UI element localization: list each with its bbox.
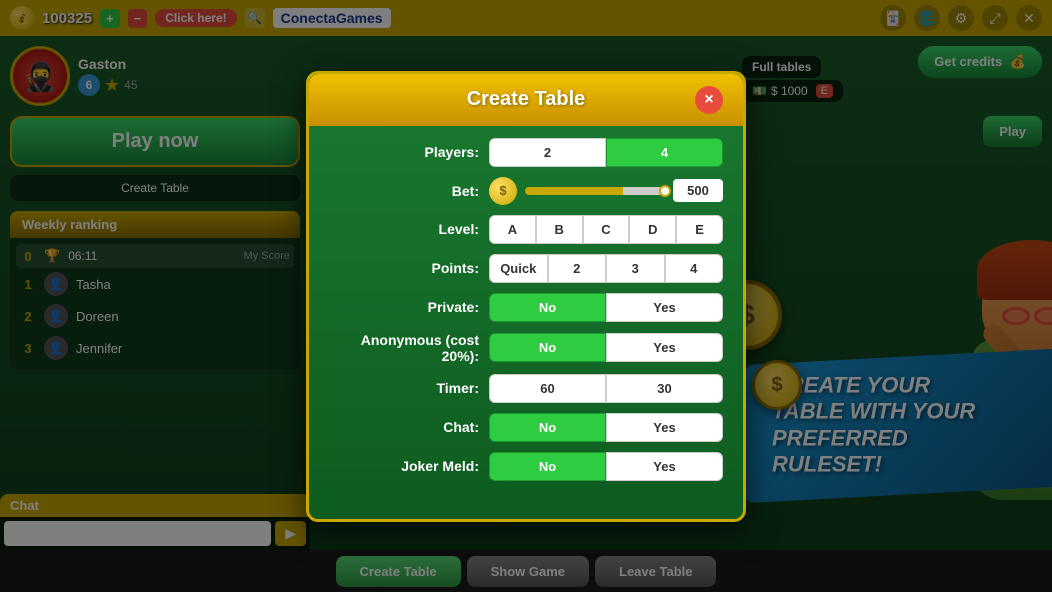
modal-close-button[interactable]: × bbox=[695, 86, 723, 114]
create-table-modal: Create Table × Players: 2 4 Bet: $ bbox=[306, 71, 746, 522]
players-2-button[interactable]: 2 bbox=[489, 138, 606, 167]
chat-control: No Yes bbox=[489, 413, 723, 442]
points-control: Quick 2 3 4 bbox=[489, 254, 723, 283]
timer-label: Timer: bbox=[329, 380, 479, 396]
chat-label: Chat: bbox=[329, 419, 479, 435]
private-no-button[interactable]: No bbox=[489, 293, 606, 322]
level-d-button[interactable]: D bbox=[629, 215, 676, 244]
chat-row: Chat: No Yes bbox=[329, 413, 723, 442]
chat-yes-button[interactable]: Yes bbox=[606, 413, 723, 442]
timer-60-button[interactable]: 60 bbox=[489, 374, 606, 403]
joker-meld-yes-button[interactable]: Yes bbox=[606, 452, 723, 481]
modal-title: Create Table bbox=[357, 88, 695, 111]
level-c-button[interactable]: C bbox=[583, 215, 630, 244]
points-2-button[interactable]: 2 bbox=[548, 254, 607, 283]
private-label: Private: bbox=[329, 299, 479, 315]
points-row: Points: Quick 2 3 4 bbox=[329, 254, 723, 283]
bet-label: Bet: bbox=[329, 183, 479, 199]
players-label: Players: bbox=[329, 144, 479, 160]
points-quick-button[interactable]: Quick bbox=[489, 254, 548, 283]
bet-coin-icon: $ bbox=[489, 177, 517, 205]
players-4-button[interactable]: 4 bbox=[606, 138, 723, 167]
bet-value: 500 bbox=[673, 179, 723, 202]
points-4-button[interactable]: 4 bbox=[665, 254, 724, 283]
anonymous-control: No Yes bbox=[489, 333, 723, 362]
joker-meld-no-button[interactable]: No bbox=[489, 452, 606, 481]
bet-control: $ 500 bbox=[489, 177, 723, 205]
players-control: 2 4 bbox=[489, 138, 723, 167]
joker-meld-label: Joker Meld: bbox=[329, 458, 479, 474]
private-control: No Yes bbox=[489, 293, 723, 322]
anonymous-row: Anonymous (cost 20%): No Yes bbox=[329, 332, 723, 364]
points-3-button[interactable]: 3 bbox=[606, 254, 665, 283]
level-e-button[interactable]: E bbox=[676, 215, 723, 244]
private-yes-button[interactable]: Yes bbox=[606, 293, 723, 322]
points-label: Points: bbox=[329, 260, 479, 276]
chat-no-button[interactable]: No bbox=[489, 413, 606, 442]
timer-row: Timer: 60 30 bbox=[329, 374, 723, 403]
level-control: A B C D E bbox=[489, 215, 723, 244]
joker-meld-control: No Yes bbox=[489, 452, 723, 481]
anonymous-no-button[interactable]: No bbox=[489, 333, 606, 362]
bet-slider[interactable] bbox=[525, 187, 665, 195]
modal-header: Create Table × bbox=[309, 74, 743, 126]
timer-control: 60 30 bbox=[489, 374, 723, 403]
anonymous-yes-button[interactable]: Yes bbox=[606, 333, 723, 362]
modal-body: Players: 2 4 Bet: $ 500 bbox=[309, 126, 743, 503]
timer-30-button[interactable]: 30 bbox=[606, 374, 723, 403]
players-row: Players: 2 4 bbox=[329, 138, 723, 167]
level-row: Level: A B C D E bbox=[329, 215, 723, 244]
joker-meld-row: Joker Meld: No Yes bbox=[329, 452, 723, 481]
bet-row: Bet: $ 500 bbox=[329, 177, 723, 205]
level-label: Level: bbox=[329, 221, 479, 237]
level-a-button[interactable]: A bbox=[489, 215, 536, 244]
anonymous-label: Anonymous (cost 20%): bbox=[329, 332, 479, 364]
level-b-button[interactable]: B bbox=[536, 215, 583, 244]
modal-overlay: Create Table × Players: 2 4 Bet: $ bbox=[0, 0, 1052, 592]
private-row: Private: No Yes bbox=[329, 293, 723, 322]
